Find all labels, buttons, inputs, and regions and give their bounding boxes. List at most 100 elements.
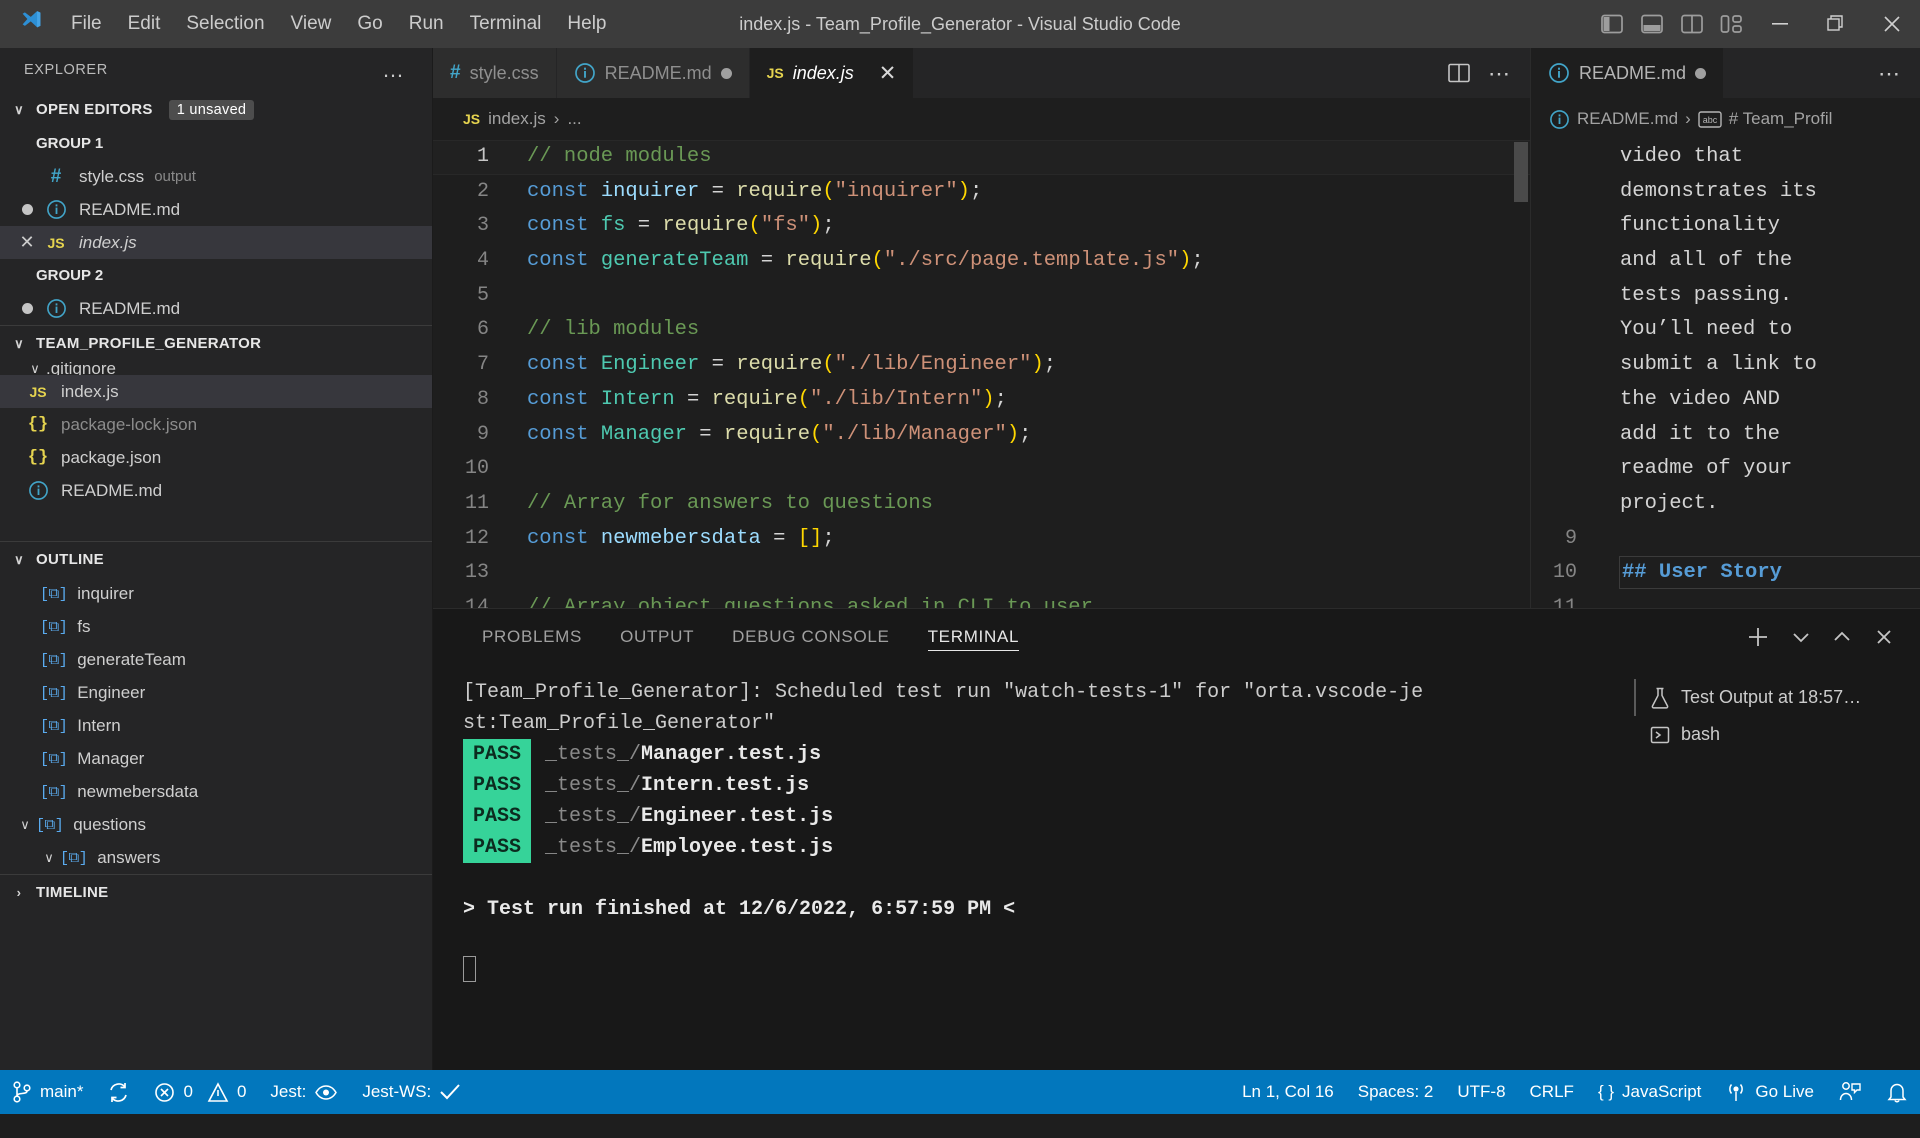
- tab-readme-md-group2[interactable]: README.md: [1531, 48, 1725, 98]
- status-encoding[interactable]: UTF-8: [1445, 1070, 1517, 1114]
- minimize-button[interactable]: [1752, 0, 1808, 48]
- close-button[interactable]: [1864, 0, 1920, 48]
- tab-debug-console[interactable]: DEBUG CONSOLE: [713, 609, 908, 665]
- code-line[interactable]: 3 const fs = require("fs");: [433, 209, 1530, 244]
- dirty-indicator-icon[interactable]: [1695, 67, 1707, 79]
- toggle-primary-sidebar-icon[interactable]: [1592, 0, 1632, 48]
- readme-line[interactable]: functionality: [1531, 209, 1920, 244]
- outline-item-fs[interactable]: [⧉] fs: [0, 610, 432, 643]
- outline-item-generateteam[interactable]: [⧉] generateTeam: [0, 643, 432, 676]
- readme-line[interactable]: and all of the: [1531, 244, 1920, 279]
- file-row-index-js[interactable]: JS index.js: [0, 375, 432, 408]
- readme-line[interactable]: demonstrates its: [1531, 175, 1920, 210]
- code-line[interactable]: 9 const Manager = require("./lib/Manager"…: [433, 418, 1530, 453]
- status-feedback[interactable]: [1826, 1070, 1874, 1114]
- breadcrumb-file[interactable]: index.js: [488, 109, 546, 129]
- status-indentation[interactable]: Spaces: 2: [1346, 1070, 1446, 1114]
- tab-problems[interactable]: PROBLEMS: [463, 609, 601, 665]
- tab-style-css[interactable]: # style.css: [433, 48, 557, 98]
- readme-breadcrumb[interactable]: README.md › abc # Team_Profil: [1531, 98, 1920, 140]
- status-go-live[interactable]: Go Live: [1713, 1070, 1826, 1114]
- menu-selection[interactable]: Selection: [173, 9, 277, 39]
- code-line[interactable]: 8 const Intern = require("./lib/Intern");: [433, 383, 1530, 418]
- close-icon[interactable]: ✕: [879, 61, 897, 86]
- menu-bar[interactable]: File Edit Selection View Go Run Terminal…: [58, 9, 620, 39]
- menu-run[interactable]: Run: [396, 9, 457, 39]
- open-editor-readme-group1[interactable]: README.md: [0, 193, 432, 226]
- open-editor-readme-group2[interactable]: README.md: [0, 292, 432, 325]
- close-panel-icon[interactable]: [1874, 627, 1894, 647]
- chevron-down-icon[interactable]: ∨: [14, 817, 36, 833]
- readme-line[interactable]: the video AND: [1531, 383, 1920, 418]
- code-content[interactable]: 1 // node modules 2 const inquirer = requir…: [433, 140, 1530, 608]
- menu-go[interactable]: Go: [344, 9, 395, 39]
- readme-line[interactable]: 9: [1531, 522, 1920, 557]
- menu-view[interactable]: View: [278, 9, 345, 39]
- restore-button[interactable]: [1808, 0, 1864, 48]
- outline-item-newmebersdata[interactable]: [⧉] newmebersdata: [0, 775, 432, 808]
- code-line[interactable]: 7 const Engineer = require("./lib/Enginee…: [433, 348, 1530, 383]
- status-language-mode[interactable]: { } JavaScript: [1586, 1070, 1713, 1114]
- status-jest-ws[interactable]: Jest-WS:: [350, 1070, 473, 1114]
- status-eol[interactable]: CRLF: [1518, 1070, 1586, 1114]
- readme-line[interactable]: readme of your: [1531, 452, 1920, 487]
- code-line[interactable]: 5: [433, 279, 1530, 314]
- explorer-more-icon[interactable]: …: [382, 59, 406, 81]
- file-row-package-json[interactable]: {} package.json: [0, 441, 432, 474]
- breadcrumb-file[interactable]: README.md: [1577, 109, 1678, 129]
- readme-line[interactable]: add it to the: [1531, 418, 1920, 453]
- workspace-section-header[interactable]: ∨ TEAM_PROFILE_GENERATOR: [0, 326, 432, 361]
- dirty-indicator-icon[interactable]: [720, 67, 732, 79]
- outline-item-manager[interactable]: [⧉] Manager: [0, 742, 432, 775]
- menu-terminal[interactable]: Terminal: [457, 9, 555, 39]
- dirty-indicator-icon[interactable]: [12, 303, 42, 314]
- status-notifications[interactable]: [1874, 1070, 1920, 1114]
- outline-item-answers[interactable]: ∨ [⧉] answers: [0, 841, 432, 874]
- code-line[interactable]: 1 // node modules: [433, 140, 1530, 175]
- status-sync[interactable]: [95, 1070, 142, 1114]
- terminal-output[interactable]: [Team_Profile_Generator]: Scheduled test…: [433, 665, 1620, 1070]
- code-line[interactable]: 14 // Array object questions asked in CLI…: [433, 591, 1530, 608]
- new-terminal-icon[interactable]: [1746, 625, 1770, 649]
- close-icon[interactable]: ✕: [12, 232, 42, 253]
- menu-edit[interactable]: Edit: [115, 9, 174, 39]
- open-editors-section-header[interactable]: ∨ OPEN EDITORS 1 unsaved: [0, 92, 432, 127]
- readme-content[interactable]: video that demonstrates its functionality a…: [1531, 140, 1920, 608]
- breadcrumb-symbol[interactable]: # Team_Profil: [1729, 109, 1833, 129]
- status-cursor-position[interactable]: Ln 1, Col 16: [1230, 1070, 1346, 1114]
- chevron-down-icon[interactable]: [1792, 630, 1810, 644]
- breadcrumb-trail[interactable]: ...: [567, 109, 581, 129]
- outline-item-engineer[interactable]: [⧉] Engineer: [0, 676, 432, 709]
- terminal-tab-test-output[interactable]: Test Output at 18:57…: [1634, 679, 1920, 717]
- readme-line[interactable]: project.: [1531, 487, 1920, 522]
- code-line[interactable]: 11 // Array for answers to questions: [433, 487, 1530, 522]
- readme-line[interactable]: video that: [1531, 140, 1920, 175]
- status-jest[interactable]: Jest:: [258, 1070, 350, 1114]
- readme-line[interactable]: tests passing.: [1531, 279, 1920, 314]
- code-line[interactable]: 12 const newmebersdata = [];: [433, 522, 1530, 557]
- file-row-gitignore[interactable]: ∨ .gitignore: [0, 361, 432, 375]
- editor-vertical-scrollbar[interactable]: [1514, 140, 1528, 202]
- readme-line[interactable]: 11: [1531, 591, 1920, 608]
- timeline-section-header[interactable]: › TIMELINE: [0, 875, 432, 910]
- readme-line[interactable]: 10 ## User Story: [1531, 556, 1920, 591]
- outline-item-questions[interactable]: ∨ [⧉] questions: [0, 808, 432, 841]
- chevron-down-icon[interactable]: ∨: [38, 850, 60, 866]
- maximize-panel-icon[interactable]: [1832, 630, 1852, 644]
- status-problems[interactable]: 0 0: [142, 1070, 258, 1114]
- tab-readme-md[interactable]: README.md: [556, 48, 750, 98]
- breadcrumb[interactable]: JS index.js › ...: [433, 98, 1530, 140]
- code-line[interactable]: 13: [433, 556, 1530, 591]
- readme-line[interactable]: You’ll need to: [1531, 313, 1920, 348]
- outline-item-intern[interactable]: [⧉] Intern: [0, 709, 432, 742]
- tab-index-js[interactable]: JS index.js ✕: [749, 48, 915, 98]
- terminal-tab-bash[interactable]: bash: [1634, 716, 1920, 753]
- code-line[interactable]: 4 const generateTeam = require("./src/pag…: [433, 244, 1530, 279]
- split-editor-icon[interactable]: [1448, 63, 1470, 83]
- readme-line[interactable]: submit a link to: [1531, 348, 1920, 383]
- menu-file[interactable]: File: [58, 9, 115, 39]
- toggle-panel-icon[interactable]: [1632, 0, 1672, 48]
- dirty-indicator-icon[interactable]: [12, 204, 42, 215]
- file-row-package-lock-json[interactable]: {} package-lock.json: [0, 408, 432, 441]
- code-line[interactable]: 10: [433, 452, 1530, 487]
